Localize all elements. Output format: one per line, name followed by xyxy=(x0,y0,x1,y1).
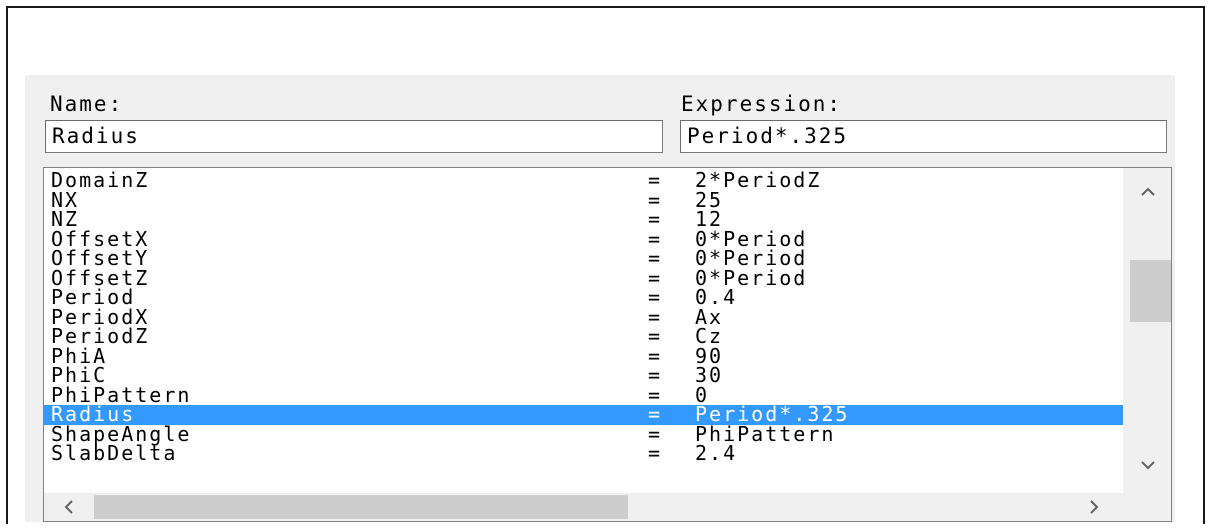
list-item[interactable]: OffsetY = 0*Period xyxy=(44,248,1123,269)
list-item[interactable]: PhiC = 30 xyxy=(44,365,1123,386)
list-item[interactable]: PhiPattern = 0 xyxy=(44,385,1123,406)
chevron-up-icon[interactable] xyxy=(1138,182,1158,202)
chevron-left-icon[interactable] xyxy=(59,497,79,517)
expression-input[interactable]: Period*.325 xyxy=(680,120,1167,153)
variable-name: SlabDelta xyxy=(51,441,178,465)
list-item[interactable]: SlabDelta = 2.4 xyxy=(44,441,1123,465)
list-item[interactable]: PeriodZ = Cz xyxy=(44,326,1123,347)
list-item[interactable]: PhiA = 90 xyxy=(44,346,1123,367)
vertical-scroll-thumb[interactable] xyxy=(1130,260,1171,322)
list-item[interactable]: NX = 25 xyxy=(44,190,1123,211)
scrollbar-corner xyxy=(1123,493,1171,521)
list-item[interactable]: ShapeAngle = PhiPattern xyxy=(44,424,1123,445)
list-item[interactable]: OffsetZ = 0*Period xyxy=(44,268,1123,289)
variable-value: 2.4 xyxy=(695,441,738,465)
list-item[interactable]: NZ = 12 xyxy=(44,209,1123,230)
equals-sign: = xyxy=(648,441,663,465)
horizontal-scroll-thumb[interactable] xyxy=(94,495,628,519)
variable-rows: DomainZ = 2*PeriodZ NX = 25 NZ = 12 OffsetX = 0*Per… xyxy=(44,170,1123,465)
name-input[interactable]: Radius xyxy=(45,120,663,153)
expression-label: Expression: xyxy=(681,92,843,116)
vertical-scrollbar[interactable] xyxy=(1123,168,1171,493)
list-item[interactable]: Period = 0.4 xyxy=(44,287,1123,308)
list-item[interactable]: PeriodX = Ax xyxy=(44,307,1123,328)
horizontal-scrollbar[interactable] xyxy=(44,493,1123,521)
list-item[interactable]: OffsetX = 0*Period xyxy=(44,229,1123,250)
variables-panel: Name: Radius Expression: Period*.325 Dom… xyxy=(25,75,1175,522)
list-item-selected[interactable]: Radius = Period*.325 xyxy=(44,404,1123,425)
name-label: Name: xyxy=(50,92,124,116)
variable-list[interactable]: DomainZ = 2*PeriodZ NX = 25 NZ = 12 OffsetX = 0*Per… xyxy=(43,167,1172,522)
chevron-right-icon[interactable] xyxy=(1084,497,1104,517)
list-item[interactable]: DomainZ = 2*PeriodZ xyxy=(44,170,1123,191)
chevron-down-icon[interactable] xyxy=(1138,455,1158,475)
